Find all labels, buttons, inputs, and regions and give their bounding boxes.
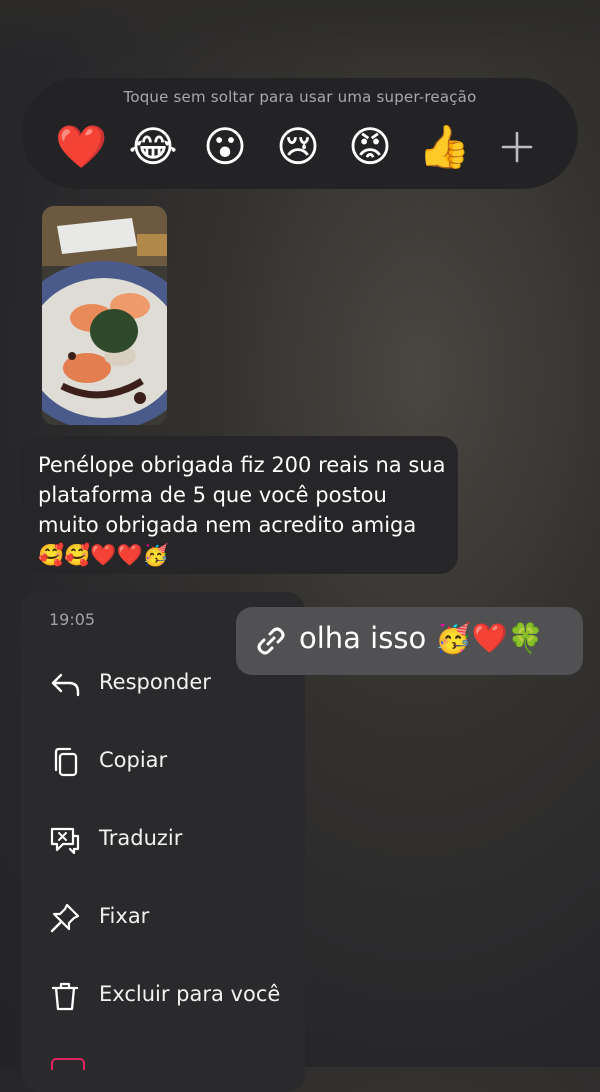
reaction-sad[interactable]: 😢 xyxy=(273,122,323,172)
menu-item-label: Fixar xyxy=(99,904,150,928)
menu-item-translate[interactable]: Traduzir xyxy=(21,812,305,868)
reaction-bar: Toque sem soltar para usar uma super-rea… xyxy=(22,78,578,189)
food-photo xyxy=(42,206,167,425)
menu-item-label: Excluir para você xyxy=(99,982,281,1006)
more-reactions-button[interactable] xyxy=(492,122,542,172)
menu-item-pin[interactable]: Fixar xyxy=(21,890,305,946)
reply-icon xyxy=(51,673,80,697)
menu-item-label: Responder xyxy=(99,670,211,694)
reaction-thumbs-up[interactable]: 👍 xyxy=(418,122,470,172)
reaction-laugh[interactable]: 😂 xyxy=(128,122,178,172)
reaction-hint: Toque sem soltar para usar uma super-rea… xyxy=(123,88,477,106)
message-bubble[interactable]: Penélope obrigada fiz 200 reais na sua p… xyxy=(21,436,458,574)
reaction-angry[interactable]: 😡 xyxy=(345,122,395,172)
message-text: Penélope obrigada fiz 200 reais na sua p… xyxy=(38,453,446,567)
reaction-heart[interactable]: ❤️ xyxy=(55,122,107,172)
menu-item-label: Traduzir xyxy=(99,826,183,850)
copy-icon xyxy=(54,747,78,777)
translate-icon xyxy=(50,827,80,855)
message-timestamp: 19:05 xyxy=(49,610,96,629)
menu-item-label: Copiar xyxy=(99,748,168,772)
selected-message[interactable]: olha isso 🥳❤️🍀 xyxy=(236,607,583,675)
photo-message[interactable] xyxy=(42,206,167,425)
trash-icon xyxy=(51,982,79,1011)
background-gradient xyxy=(0,0,600,60)
plus-icon xyxy=(501,131,533,163)
reaction-wow[interactable]: 😮 xyxy=(200,122,250,172)
selected-message-text: olha isso 🥳❤️🍀 xyxy=(299,621,544,655)
menu-item-delete[interactable]: Excluir para você xyxy=(21,968,305,1024)
link-icon xyxy=(257,627,285,655)
report-icon xyxy=(51,1058,85,1070)
menu-item-copy[interactable]: Copiar xyxy=(21,734,305,790)
pin-icon xyxy=(50,903,80,933)
